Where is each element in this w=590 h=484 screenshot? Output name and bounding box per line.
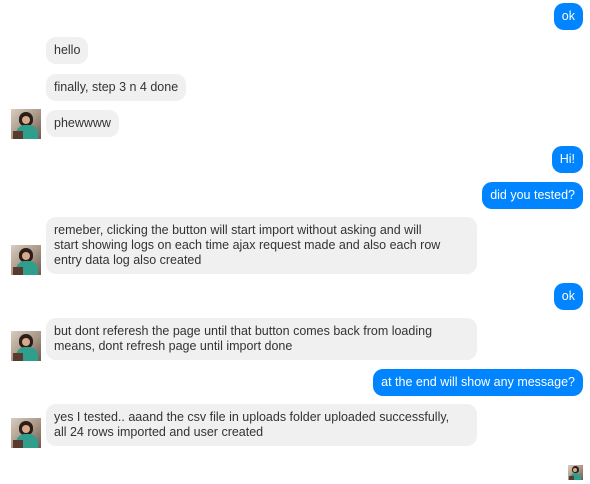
message-text: finally, step 3 n 4 done [54, 80, 179, 94]
incoming-message: phewwww [46, 110, 119, 137]
message-text: did you tested? [490, 188, 575, 202]
contact-avatar-icon[interactable] [11, 109, 41, 139]
incoming-message: remeber, clicking the button will start … [46, 217, 477, 274]
message-text: ok [561, 289, 575, 303]
outgoing-message: ok [553, 3, 583, 30]
incoming-message: finally, step 3 n 4 done [46, 74, 187, 101]
contact-avatar-icon[interactable] [11, 331, 41, 361]
outgoing-message: ok [553, 283, 583, 310]
message-text-line: yes I tested.. aaand the csv file in upl… [54, 410, 450, 424]
outgoing-message: at the end will show any message? [373, 369, 583, 396]
incoming-message: but dont referesh the page until that bu… [46, 318, 477, 360]
seen-avatar-icon [568, 465, 583, 480]
outgoing-message: Hi! [551, 146, 583, 173]
contact-avatar-icon[interactable] [11, 245, 41, 275]
message-text-line: remeber, clicking the button will start … [54, 223, 422, 237]
contact-avatar-icon[interactable] [11, 418, 41, 448]
message-text: hello [54, 43, 81, 57]
message-text-line: entry data log also created [54, 253, 202, 267]
message-text-line: all 24 rows imported and user created [54, 425, 264, 439]
message-text-line: start showing logs on each time ajax req… [54, 238, 441, 252]
message-text: at the end will show any message? [381, 375, 575, 389]
outgoing-message: did you tested? [482, 182, 583, 209]
incoming-message: hello [46, 37, 89, 64]
incoming-message: yes I tested.. aaand the csv file in upl… [46, 404, 477, 446]
message-text: phewwww [54, 116, 111, 130]
message-text: ok [561, 9, 575, 23]
message-text-line: but dont referesh the page until that bu… [54, 324, 433, 338]
message-text: Hi! [559, 152, 575, 166]
message-text-line: means, dont refresh page until import do… [54, 339, 293, 353]
